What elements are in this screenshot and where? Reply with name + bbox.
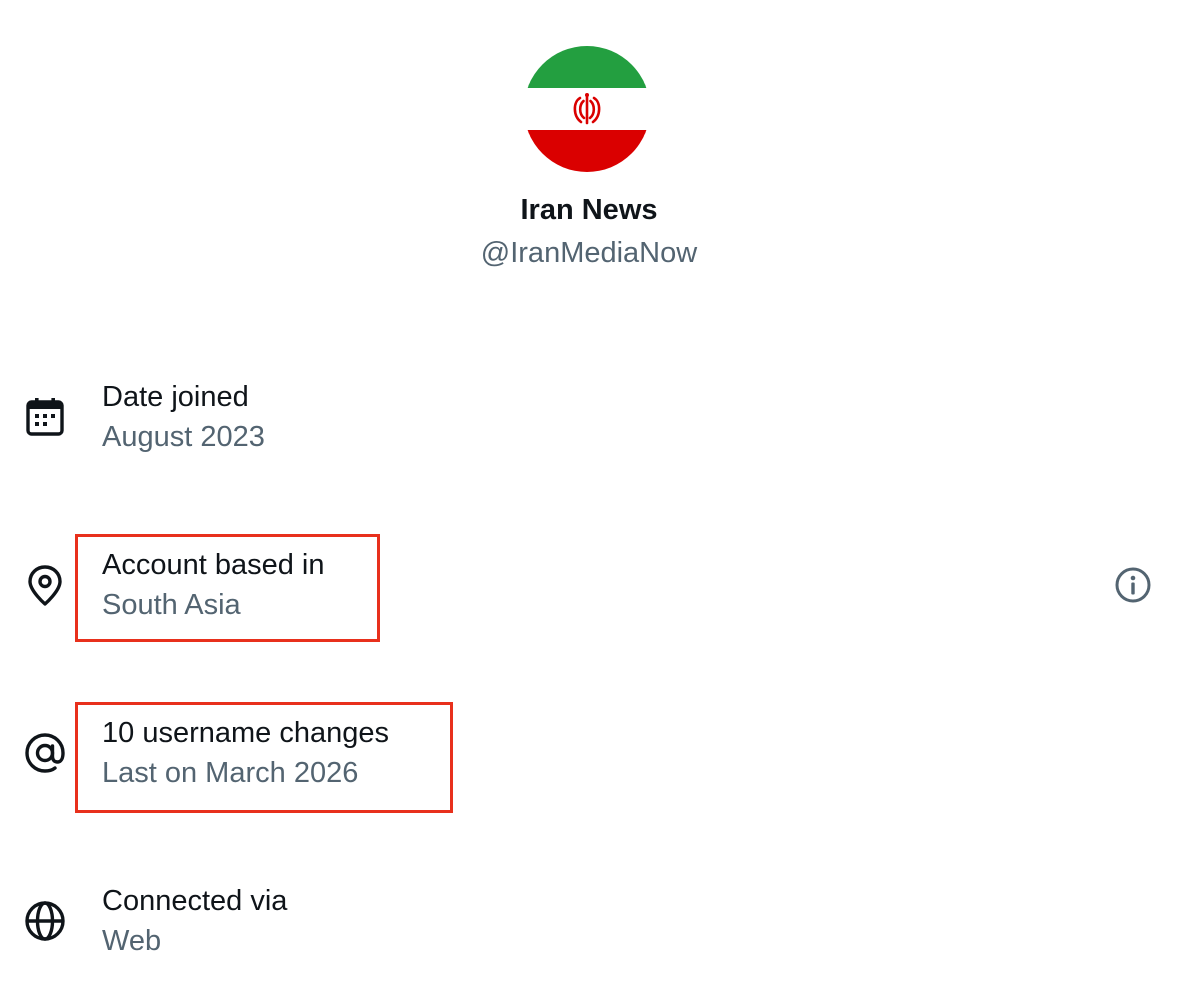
- date-joined-value: August 2023: [102, 421, 265, 453]
- about-row-date-joined: Date joined August 2023: [0, 372, 1178, 462]
- profile-handle: @IranMediaNow: [480, 237, 698, 269]
- iran-flag-avatar-icon: [524, 46, 650, 172]
- calendar-icon: [22, 394, 68, 440]
- globe-icon: [22, 898, 68, 944]
- info-circle-icon[interactable]: [1114, 566, 1152, 604]
- profile-avatar[interactable]: [524, 46, 650, 172]
- connected-via-label: Connected via: [102, 885, 288, 917]
- highlight-box-location: [75, 534, 380, 642]
- location-pin-icon: [22, 562, 68, 608]
- profile-display-name: Iran News: [520, 194, 658, 226]
- connected-via-value: Web: [102, 925, 162, 957]
- about-row-connected-via: Connected via Web: [0, 876, 1178, 966]
- highlight-box-username-changes: [75, 702, 453, 813]
- date-joined-label: Date joined: [102, 381, 249, 413]
- at-sign-icon: [22, 730, 68, 776]
